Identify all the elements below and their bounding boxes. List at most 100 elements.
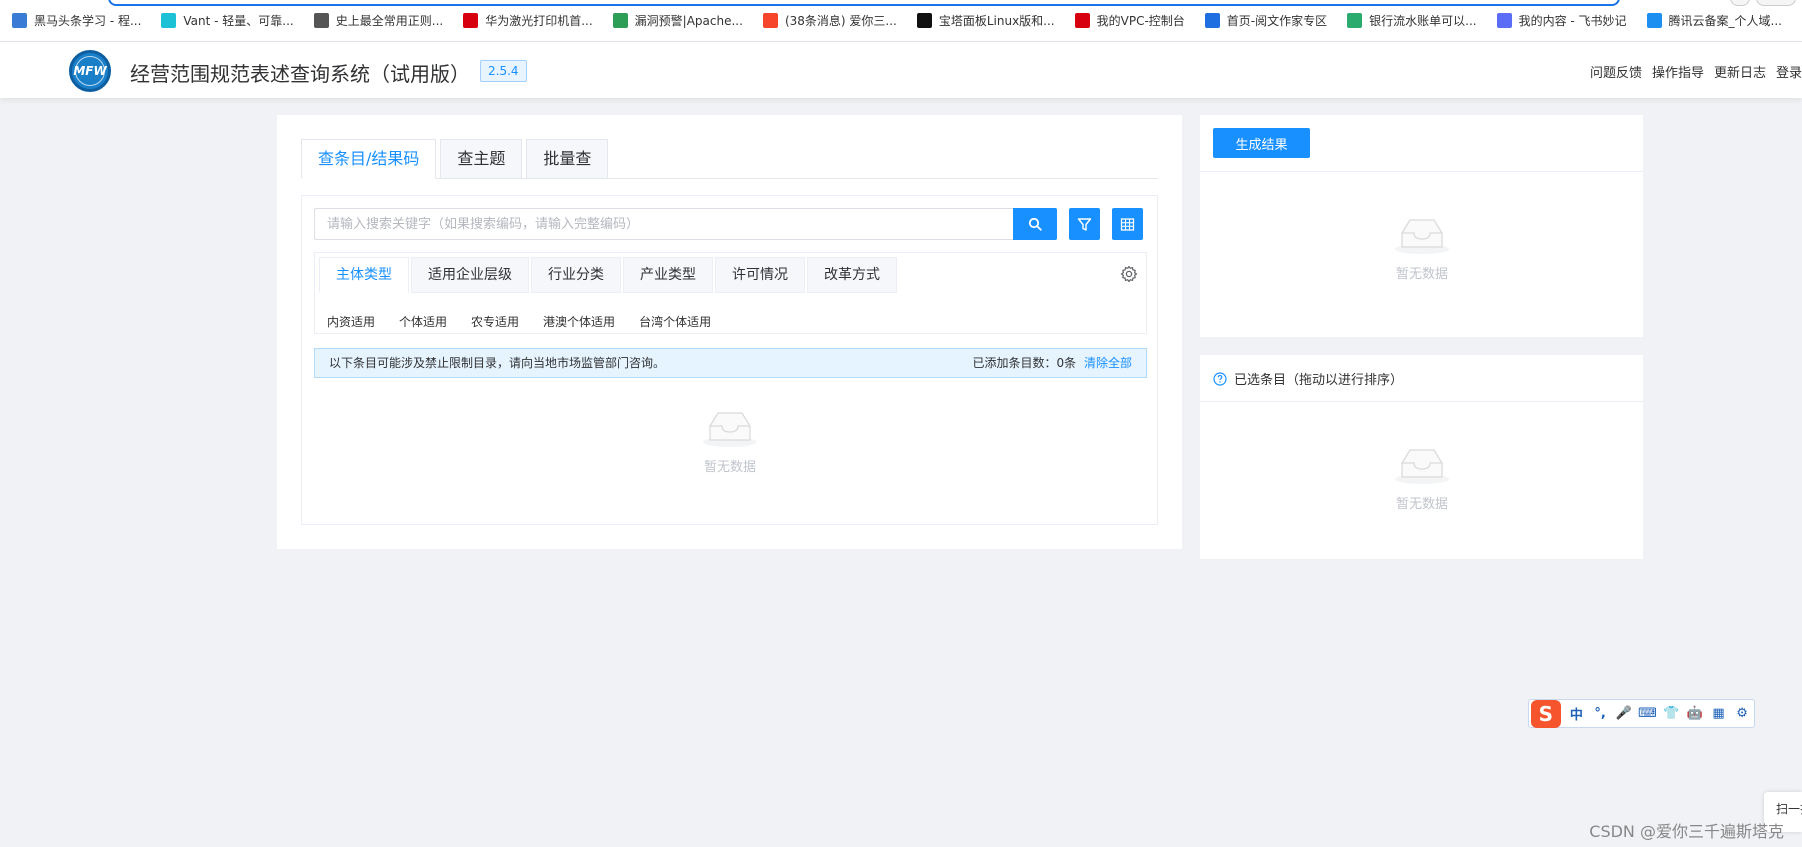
filter-panel: 主体类型 适用企业层级 行业分类 产业类型 许可情况 改革方式 内资适用 个体适… <box>314 252 1147 334</box>
clear-all-link[interactable]: 清除全部 <box>1084 356 1132 370</box>
bookmark-label: 腾讯云备案_个人域... <box>1668 14 1782 28</box>
bookmark-label: 宝塔面板Linux版和... <box>938 14 1055 28</box>
header-link-guide[interactable]: 操作指导 <box>1652 62 1704 81</box>
bookmark-label: 黑马头条学习 - 程... <box>34 14 142 28</box>
bookmark-item[interactable]: 漏洞预警|Apache... <box>612 12 743 29</box>
browser-corner-button[interactable] <box>1730 0 1750 6</box>
bookmark-item[interactable]: 腾讯云备案_个人域... <box>1646 12 1782 29</box>
table-view-button[interactable] <box>1112 208 1143 240</box>
bookmark-favicon-icon <box>313 13 329 28</box>
empty-box-icon <box>1395 219 1449 254</box>
divider <box>1200 401 1643 402</box>
browser-profile-button[interactable] <box>1756 0 1796 6</box>
filter-tab-sector-type[interactable]: 产业类型 <box>623 257 713 293</box>
filter-tab-entity-type[interactable]: 主体类型 <box>319 257 409 293</box>
header-link-changelog[interactable]: 更新日志 <box>1714 62 1766 81</box>
bookmark-label: 史上最全常用正则... <box>335 14 444 28</box>
app-logo: MFW <box>69 50 111 92</box>
filter-tab-industry[interactable]: 行业分类 <box>531 257 621 293</box>
result-empty-state: 暂无数据 <box>1362 215 1482 282</box>
bookmark-item[interactable]: (38条消息) 爱你三... <box>762 12 897 29</box>
bookmark-favicon-icon <box>1347 13 1363 28</box>
bookmark-item[interactable]: 首页-阅文作家专区 <box>1204 12 1328 29</box>
gear-icon[interactable] <box>1120 265 1138 283</box>
tab-batch-search[interactable]: 批量查 <box>526 139 609 179</box>
header-links: 问题反馈 操作指导 更新日志 登录 <box>1580 62 1802 81</box>
bookmark-favicon-icon <box>612 13 628 28</box>
added-count: 已添加条目数：0条 <box>972 356 1077 370</box>
result-panel: 生成结果 暂无数据 <box>1200 115 1643 337</box>
bookmark-label: 漏洞预警|Apache... <box>634 14 743 28</box>
bookmark-favicon-icon <box>463 13 479 28</box>
bookmark-item[interactable]: 我的内容 - 飞书妙记 <box>1496 12 1627 29</box>
version-badge: 2.5.4 <box>480 60 527 82</box>
bookmark-item[interactable]: 银行流水账单可以... <box>1347 12 1477 29</box>
bookmark-label: 华为激光打印机首... <box>485 14 593 28</box>
ime-toolbar[interactable]: S 中 °, 🎤 ⌨ 👕 🤖 ▦ ⚙ <box>1528 699 1755 728</box>
selected-items-panel: 已选条目（拖动以进行排序） 暂无数据 <box>1200 355 1643 559</box>
ime-voice-icon[interactable]: 🎤 <box>1612 706 1636 721</box>
filter-icon <box>1077 217 1092 231</box>
help-icon <box>1213 371 1227 386</box>
search-button[interactable] <box>1013 208 1057 240</box>
bookmark-item[interactable]: 我的VPC-控制台 <box>1074 12 1185 29</box>
selected-items-title: 已选条目（拖动以进行排序） <box>1213 369 1403 388</box>
empty-text: 暂无数据 <box>1395 267 1448 282</box>
results-empty-state: 暂无数据 <box>670 408 790 475</box>
option-taiwan[interactable]: 台湾个体适用 <box>639 313 711 330</box>
bookmark-label: (38条消息) 爱你三... <box>784 14 897 28</box>
divider <box>1200 171 1643 172</box>
ime-chinese-mode[interactable]: 中 <box>1565 704 1589 723</box>
bookmark-favicon-icon <box>916 13 932 28</box>
search-content-box: 主体类型 适用企业层级 行业分类 产业类型 许可情况 改革方式 内资适用 个体适… <box>301 195 1158 525</box>
filter-tab-enterprise-level[interactable]: 适用企业层级 <box>411 257 529 293</box>
ime-keyboard-icon[interactable]: ⌨ <box>1636 706 1660 721</box>
search-input[interactable] <box>314 208 1013 240</box>
sogou-logo-icon[interactable]: S <box>1531 699 1561 728</box>
ime-settings-icon[interactable]: ⚙ <box>1730 706 1754 721</box>
bookmarks-bar: 黑马头条学习 - 程... Vant - 轻量、可靠... 史上最全常用正则... 华… <box>0 0 1802 42</box>
watermark: CSDN @爱你三千遍斯塔克 <box>1589 822 1784 841</box>
header-link-login[interactable]: 登录 <box>1776 62 1802 81</box>
empty-box-icon <box>703 412 757 447</box>
address-bar-edge[interactable] <box>108 0 1620 6</box>
option-domestic[interactable]: 内资适用 <box>327 313 375 330</box>
filter-tab-reform[interactable]: 改革方式 <box>807 257 897 293</box>
empty-text: 暂无数据 <box>703 460 756 475</box>
ime-skin-icon[interactable]: 👕 <box>1659 706 1683 721</box>
ime-assistant-icon[interactable]: 🤖 <box>1683 706 1707 721</box>
header-link-feedback[interactable]: 问题反馈 <box>1590 62 1642 81</box>
generate-result-button[interactable]: 生成结果 <box>1213 128 1310 158</box>
bookmark-item[interactable]: 史上最全常用正则... <box>313 12 444 29</box>
filter-tab-license[interactable]: 许可情况 <box>715 257 805 293</box>
empty-text: 暂无数据 <box>1395 497 1448 512</box>
notice-bar: 以下条目可能涉及禁止限制目录，请向当地市场监管部门咨询。 已添加条目数：0条 清… <box>314 348 1147 378</box>
table-icon <box>1120 217 1135 231</box>
bookmark-favicon-icon <box>762 13 778 28</box>
app-header: MFW 经营范围规范表述查询系统（试用版） 2.5.4 问题反馈 操作指导 更新… <box>0 42 1802 98</box>
option-individual[interactable]: 个体适用 <box>399 313 447 330</box>
bookmark-favicon-icon <box>1646 13 1662 28</box>
ime-toolbox-icon[interactable]: ▦ <box>1707 706 1731 721</box>
filter-tabs: 主体类型 适用企业层级 行业分类 产业类型 许可情况 改革方式 <box>319 257 899 293</box>
bookmark-favicon-icon <box>161 13 177 28</box>
page-title: 经营范围规范表述查询系统（试用版） <box>130 62 470 86</box>
ime-punctuation-icon[interactable]: °, <box>1588 706 1612 721</box>
bookmark-label: 首页-阅文作家专区 <box>1226 14 1328 28</box>
bookmark-item[interactable]: 宝塔面板Linux版和... <box>916 12 1055 29</box>
bookmark-favicon-icon <box>1074 13 1090 28</box>
bookmark-item[interactable]: Vant - 轻量、可靠... <box>161 12 294 29</box>
bookmark-label: 银行流水账单可以... <box>1369 14 1477 28</box>
bookmark-label: Vant - 轻量、可靠... <box>183 14 294 28</box>
option-hk-macau[interactable]: 港澳个体适用 <box>543 313 615 330</box>
notice-text: 以下条目可能涉及禁止限制目录，请向当地市场监管部门咨询。 <box>329 356 666 370</box>
option-farm-coop[interactable]: 农专适用 <box>471 313 519 330</box>
bookmark-item[interactable]: 黑马头条学习 - 程... <box>12 12 141 29</box>
tab-search-topic[interactable]: 查主题 <box>440 139 523 179</box>
tab-search-item[interactable]: 查条目/结果码 <box>301 139 437 179</box>
empty-box-icon <box>1395 449 1449 484</box>
search-panel: 查条目/结果码 查主题 批量查 主体类型 适用企业层级 行业分类 产业类型 许可… <box>277 115 1182 549</box>
bookmark-favicon-icon <box>12 13 27 28</box>
bookmark-item[interactable]: 华为激光打印机首... <box>463 12 593 29</box>
filter-button[interactable] <box>1069 208 1100 240</box>
